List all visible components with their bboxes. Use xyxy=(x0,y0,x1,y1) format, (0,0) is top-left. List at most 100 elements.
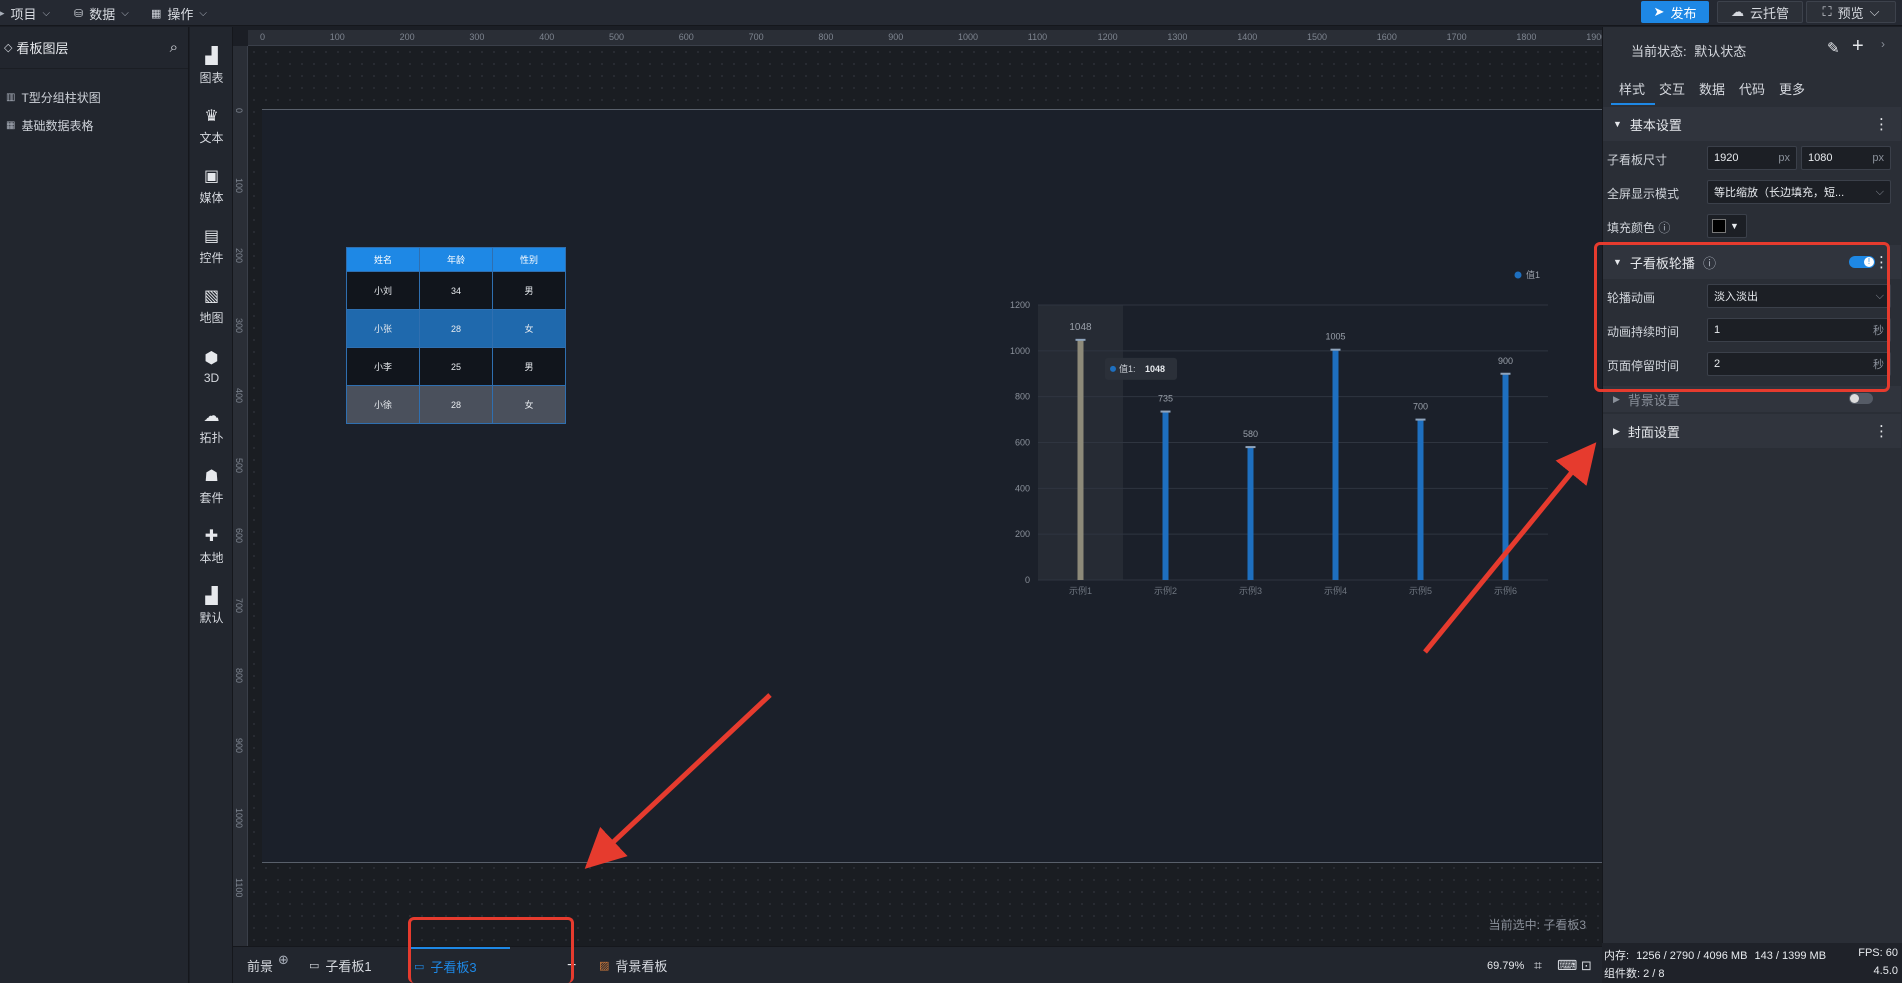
ruler-v-label: 100 xyxy=(234,178,244,194)
tab-code[interactable]: 代码 xyxy=(1739,79,1765,98)
menu-data[interactable]: ⛁ 数据 ⌵ xyxy=(74,0,129,26)
ruler-h-label: 0 xyxy=(260,32,266,42)
ruler-h-label: 1100 xyxy=(1027,32,1048,42)
chevron-down-icon: ⌵ xyxy=(121,7,129,19)
tool-media[interactable]: ▣ 媒体 xyxy=(190,161,233,213)
background-toggle[interactable] xyxy=(1849,393,1873,404)
bar-chart[interactable]: 0 200 400 600 800 1000 1200 1048 示例1 735 示例2 580 示例3… xyxy=(982,250,1562,620)
chevron-right-icon[interactable]: › xyxy=(1881,37,1885,51)
menu-operation[interactable]: ▦ 操作 ⌵ xyxy=(151,0,207,26)
default-chart-icon: ▟ xyxy=(205,588,218,605)
height-unit: px xyxy=(1872,152,1884,164)
tab-background-board[interactable]: ▨ 背景看板 xyxy=(599,947,667,983)
tool-topology[interactable]: ☁ 拓扑 xyxy=(190,401,233,453)
edit-icon[interactable]: ✎ xyxy=(1827,39,1840,57)
state-indicator: 当前状态: 默认状态 xyxy=(1631,41,1746,60)
tool-kit[interactable]: ☗ 套件 xyxy=(190,461,233,513)
width-input[interactable]: 1920 px xyxy=(1707,146,1797,170)
board-stage[interactable]: 姓名 年龄 性别 小刘 34 男 小张 28 女 小李 25 男 小徐 28 女… xyxy=(262,109,1602,932)
menu-data-label: 数据 xyxy=(89,6,116,22)
tool-text-label: 文本 xyxy=(199,131,224,145)
data-table[interactable]: 姓名 年龄 性别 小刘 34 男 小张 28 女 小李 25 男 小徐 28 女 xyxy=(346,247,566,424)
map-icon: ▧ xyxy=(203,288,220,305)
tool-topology-label: 拓扑 xyxy=(199,431,224,445)
tool-widget-label: 控件 xyxy=(199,251,224,265)
table-header-row: 姓名 年龄 性别 xyxy=(346,247,566,272)
ruler-v-label: 1000 xyxy=(234,808,244,829)
fps-label: FPS: xyxy=(1858,947,1883,959)
tab-interaction[interactable]: 交互 xyxy=(1659,79,1685,98)
tab-more[interactable]: 更多 xyxy=(1779,79,1805,98)
tooltip-marker xyxy=(1110,365,1116,372)
table-cell: 男 xyxy=(492,347,566,386)
tool-3d[interactable]: ⬢ 3D xyxy=(190,341,233,393)
ruler-v-label: 500 xyxy=(234,458,244,474)
tool-text[interactable]: ♛ 文本 xyxy=(190,101,233,153)
caret-right-icon: ▶ xyxy=(1613,393,1620,404)
component-toolbox: ▟ 图表 ♛ 文本 ▣ 媒体 ▤ 控件 ▧ 地图 ⬢ 3D ☁ 拓扑 ☗ 套件 ✚ 本地 ▟ 默认 xyxy=(190,27,233,983)
fill-label: 填充颜色 xyxy=(1607,221,1656,235)
menu-project-label: 项目 xyxy=(10,6,37,22)
cube-icon: ⬢ xyxy=(204,349,219,367)
ruler-h-label: 700 xyxy=(748,32,764,42)
height-input[interactable]: 1080 px xyxy=(1801,146,1891,170)
table-cell: 小李 xyxy=(346,347,420,386)
help-icon[interactable]: ⓘ xyxy=(1658,221,1670,235)
table-row: 小刘 34 男 xyxy=(346,271,566,310)
width-value: 1920 xyxy=(1714,152,1739,164)
fit-screen-icon[interactable]: ⌗ xyxy=(1534,947,1542,983)
tab-data[interactable]: 数据 xyxy=(1699,79,1725,98)
tool-chart[interactable]: ▟ 图表 xyxy=(190,41,233,93)
more-vertical-icon[interactable]: ⋮ xyxy=(1874,115,1889,133)
tooltip-series: 值1: xyxy=(1119,363,1136,374)
tool-default[interactable]: ▟ 默认 xyxy=(190,581,233,633)
annotation-box-carousel xyxy=(1594,242,1890,392)
layer-item-bar-chart[interactable]: ▥ T型分组柱状图 xyxy=(0,83,188,111)
state-label: 当前状态: xyxy=(1631,44,1687,59)
add-foreground-icon[interactable]: ⊕ xyxy=(278,941,289,978)
bar xyxy=(1502,373,1509,580)
chevron-right-icon: ▸ xyxy=(0,7,5,18)
publish-button[interactable]: ➤ 发布 xyxy=(1641,1,1709,23)
more-vertical-icon[interactable]: ⋮ xyxy=(1874,422,1889,440)
ruler-v-label: 600 xyxy=(234,528,244,544)
layer-item-table[interactable]: ▦ 基础数据表格 xyxy=(0,111,188,139)
tab-background-board-label: 背景看板 xyxy=(615,959,668,974)
foreground-tab[interactable]: 前景 xyxy=(247,947,273,983)
tab-sub-board-1[interactable]: ▭ 子看板1 xyxy=(309,947,372,983)
bar xyxy=(1162,411,1169,580)
section-basic-settings[interactable]: ▼ 基本设置 ⋮ xyxy=(1603,107,1901,141)
add-state-icon[interactable]: + xyxy=(1852,35,1864,58)
caret-down-icon: ▼ xyxy=(1613,119,1622,129)
cloud-host-button[interactable]: ☁ 云托管 xyxy=(1717,1,1803,23)
memory-value: 1256 / 2790 / 4096 MB xyxy=(1636,950,1748,962)
terminal-icon[interactable]: ⊡ xyxy=(1581,947,1592,983)
preview-button[interactable]: ⛶ 预览 ⌵ xyxy=(1806,1,1896,23)
menu-project[interactable]: ▸ 项目 ⌵ xyxy=(0,0,50,26)
tab-style[interactable]: 样式 xyxy=(1619,79,1645,98)
tool-default-label: 默认 xyxy=(199,611,224,625)
tool-map[interactable]: ▧ 地图 xyxy=(190,281,233,333)
fps-value: 60 xyxy=(1885,947,1898,959)
layers-collapse-icon[interactable]: ◇ xyxy=(4,41,12,54)
ruler-h-label: 200 xyxy=(399,32,415,42)
fill-color-picker[interactable]: ▼ xyxy=(1707,214,1747,238)
table-cell: 25 xyxy=(419,347,493,386)
ruler-h-label: 1700 xyxy=(1446,32,1467,42)
legend-marker xyxy=(1514,271,1522,279)
bar xyxy=(1417,419,1424,580)
keyboard-icon[interactable]: ⌨ xyxy=(1557,947,1577,983)
zoom-level[interactable]: 69.79% xyxy=(1487,947,1524,983)
data-label: 735 xyxy=(1158,394,1173,404)
fullscreen-select[interactable]: 等比缩放（长边填充，短... ⌵ xyxy=(1707,180,1891,204)
tool-widget[interactable]: ▤ 控件 xyxy=(190,221,233,273)
tool-local[interactable]: ✚ 本地 xyxy=(190,521,233,573)
send-icon: ➤ xyxy=(1653,4,1665,19)
x-tick-label: 示例2 xyxy=(1154,585,1177,596)
table-cell: 28 xyxy=(419,385,493,424)
fullscreen-icon: ⛶ xyxy=(1822,4,1832,19)
search-icon[interactable]: ⌕ xyxy=(170,39,178,56)
section-cover[interactable]: ▶ 封面设置 ⋮ xyxy=(1603,414,1901,448)
ruler-v-label: 900 xyxy=(234,738,244,754)
ruler-h-label: 400 xyxy=(539,32,555,42)
